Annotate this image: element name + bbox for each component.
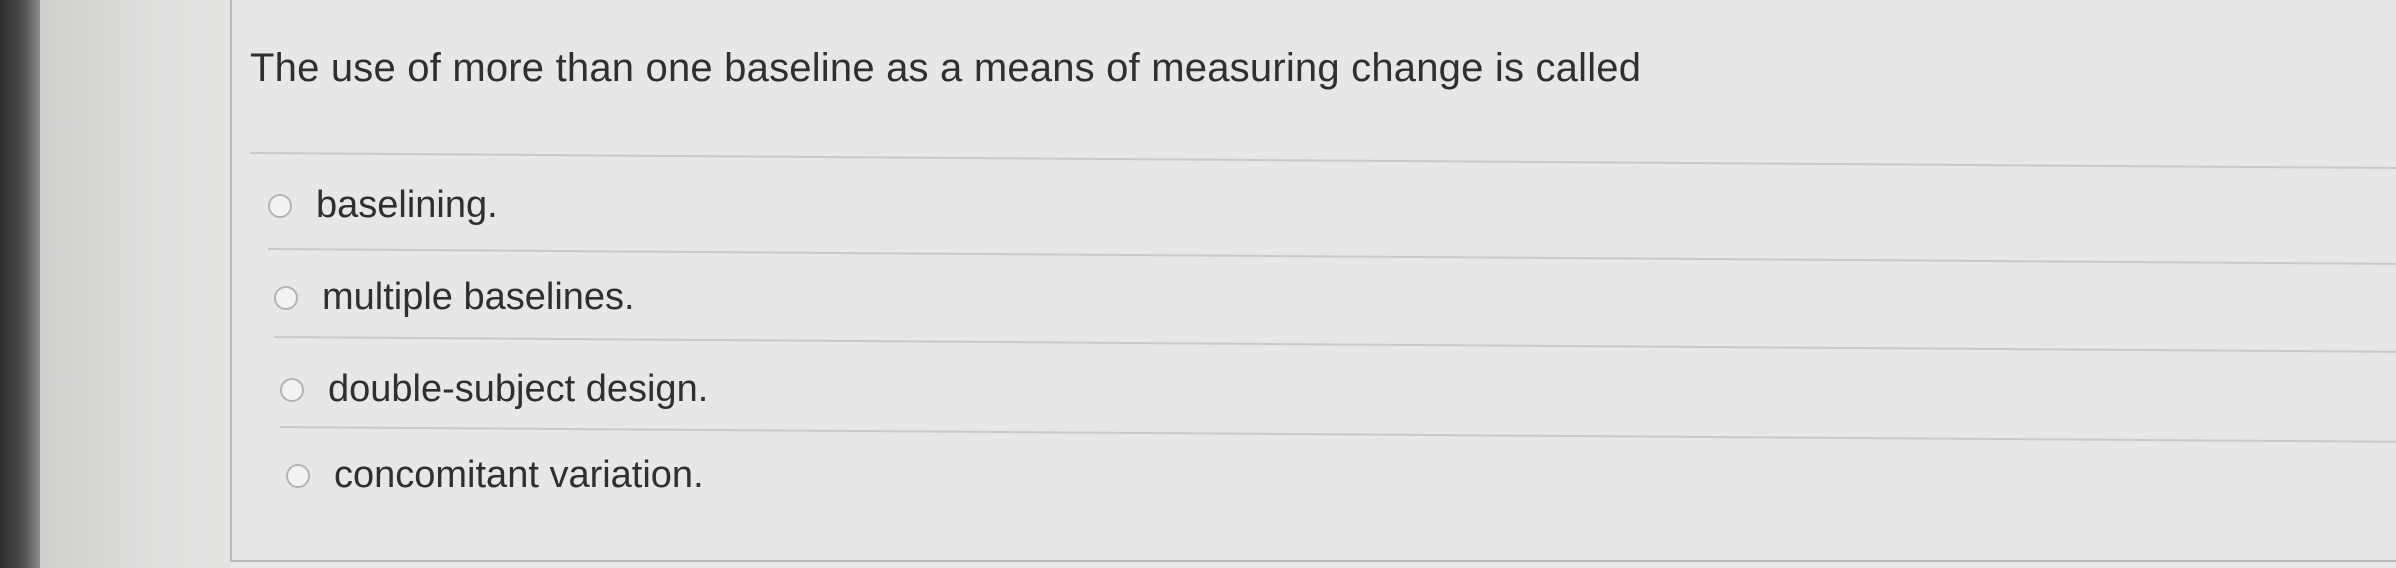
divider xyxy=(273,336,2396,353)
option-label: multiple baselines. xyxy=(322,276,635,318)
monitor-bezel xyxy=(0,0,40,568)
question-panel: The use of more than one baseline as a m… xyxy=(230,0,2396,562)
radio-button[interactable] xyxy=(280,377,304,402)
option-label: concomitant variation. xyxy=(334,454,704,496)
option-label: baselining. xyxy=(316,184,498,226)
radio-button[interactable] xyxy=(274,285,298,310)
divider xyxy=(279,426,2396,443)
option-label: double-subject design. xyxy=(328,368,709,410)
option-multiple-baselines[interactable]: multiple baselines. xyxy=(274,276,635,319)
divider xyxy=(267,248,2396,265)
option-baselining[interactable]: baselining. xyxy=(268,184,498,227)
radio-button[interactable] xyxy=(286,463,310,488)
left-margin xyxy=(40,0,230,568)
divider xyxy=(249,152,2396,170)
question-text: The use of more than one baseline as a m… xyxy=(250,46,1642,90)
option-concomitant-variation[interactable]: concomitant variation. xyxy=(286,454,704,497)
option-double-subject-design[interactable]: double-subject design. xyxy=(280,368,708,411)
radio-button[interactable] xyxy=(268,193,292,218)
